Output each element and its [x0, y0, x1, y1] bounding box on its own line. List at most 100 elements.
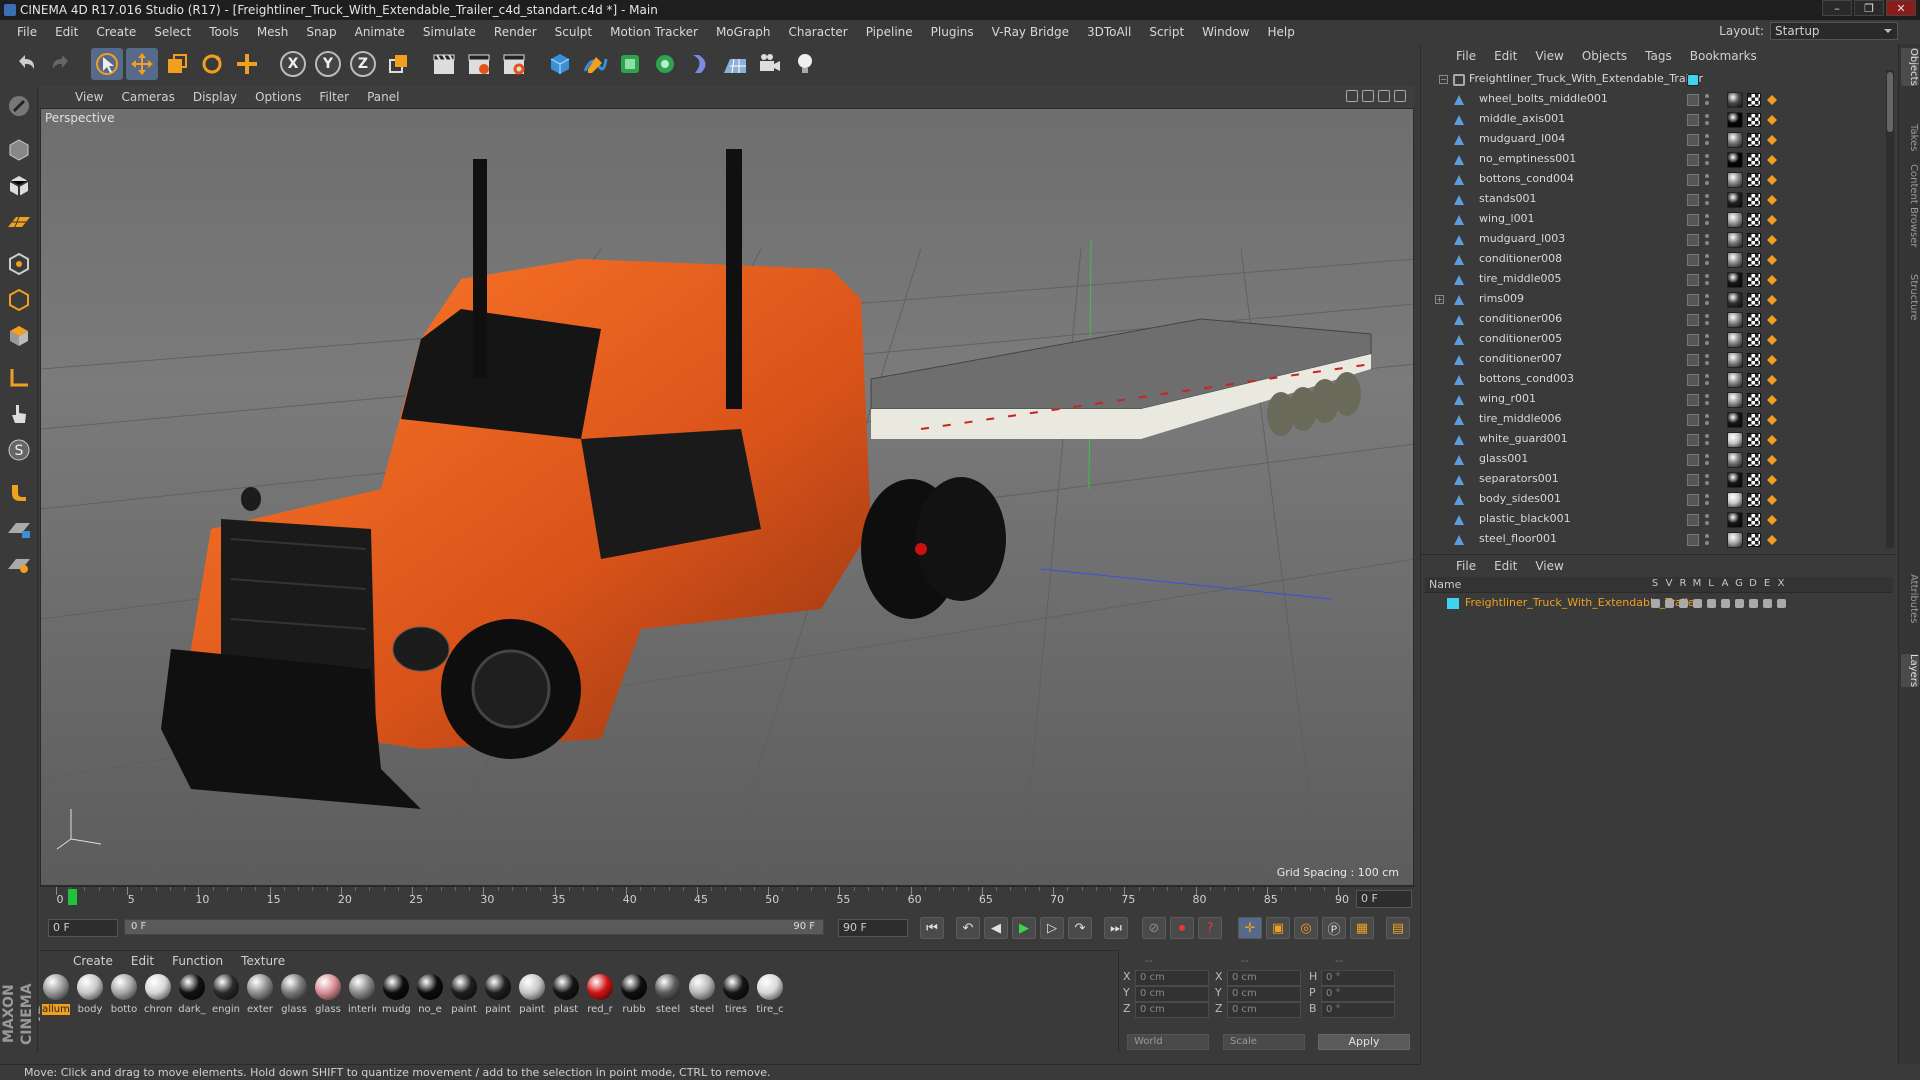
texture-tag-icon[interactable] — [1747, 333, 1761, 347]
selection-tag-icon[interactable] — [1765, 253, 1779, 267]
selection-tag-icon[interactable] — [1765, 373, 1779, 387]
selection-tag-icon[interactable] — [1765, 513, 1779, 527]
editor-visibility-icon[interactable] — [1687, 534, 1699, 546]
texture-tag-icon[interactable] — [1747, 93, 1761, 107]
material-swatch[interactable]: mudg — [382, 974, 410, 1052]
scrollbar-thumb[interactable] — [1887, 72, 1893, 132]
object-row[interactable]: conditioner007 — [1421, 350, 1887, 370]
material-tag-icon[interactable] — [1727, 192, 1743, 208]
position-value-field[interactable]: 0 cm — [1135, 986, 1209, 1002]
rotation-value-field[interactable]: 0 ° — [1321, 970, 1395, 986]
editor-visibility-icon[interactable] — [1687, 294, 1699, 306]
layer-row[interactable]: Freightliner_Truck_With_Extendable_Trail… — [1425, 595, 1893, 613]
object-name[interactable]: mudguard_l003 — [1479, 232, 1565, 245]
objects-menu-view[interactable]: View — [1526, 49, 1572, 63]
object-row[interactable]: glass001 — [1421, 450, 1887, 470]
go-to-start-button[interactable]: ⏮ — [920, 917, 944, 939]
layers-menu-view[interactable]: View — [1526, 559, 1572, 573]
object-row[interactable]: tire_middle005 — [1421, 270, 1887, 290]
layer-flag-icon[interactable] — [1707, 599, 1716, 608]
timeline-ruler[interactable]: 0 5 10 15 20 25 30 35 40 45 50 55 60 65 70 75 80 85 90 0 F — [40, 886, 1414, 910]
texture-tag-icon[interactable] — [1747, 393, 1761, 407]
material-tag-icon[interactable] — [1727, 512, 1743, 528]
layer-flag-icon[interactable] — [1679, 599, 1688, 608]
material-tag-icon[interactable] — [1727, 532, 1743, 548]
selection-tag-icon[interactable] — [1765, 353, 1779, 367]
render-visibility-dots[interactable] — [1704, 213, 1710, 227]
object-row[interactable]: mudguard_l004 — [1421, 130, 1887, 150]
object-name[interactable]: rims009 — [1479, 292, 1524, 305]
editor-visibility-icon[interactable] — [1687, 414, 1699, 426]
object-row[interactable]: stands001 — [1421, 190, 1887, 210]
locked-workplane-button[interactable] — [3, 512, 35, 544]
menu-character[interactable]: Character — [779, 20, 856, 44]
texture-tag-icon[interactable] — [1747, 293, 1761, 307]
selection-tag-icon[interactable] — [1765, 413, 1779, 427]
render-view-button[interactable] — [428, 48, 460, 80]
object-name[interactable]: no_emptiness001 — [1479, 152, 1576, 165]
key-scale-button[interactable]: ▣ — [1266, 917, 1290, 939]
editor-visibility-icon[interactable] — [1687, 474, 1699, 486]
toggle-panel-icon[interactable] — [1394, 90, 1406, 102]
move-tool-button[interactable] — [126, 48, 158, 80]
render-visibility-dots[interactable] — [1704, 513, 1710, 527]
points-mode-button[interactable] — [3, 248, 35, 280]
texture-tag-icon[interactable] — [1747, 353, 1761, 367]
render-visibility-dots[interactable] — [1704, 273, 1710, 287]
render-visibility-dots[interactable] — [1704, 373, 1710, 387]
menu-create[interactable]: Create — [87, 20, 145, 44]
object-row[interactable]: plastic_black001 — [1421, 510, 1887, 530]
texture-tag-icon[interactable] — [1747, 273, 1761, 287]
menu-help[interactable]: Help — [1258, 20, 1303, 44]
add-environment-button[interactable] — [719, 48, 751, 80]
menu-mesh[interactable]: Mesh — [248, 20, 298, 44]
object-row[interactable]: conditioner008 — [1421, 250, 1887, 270]
material-tag-icon[interactable] — [1727, 312, 1743, 328]
layers-menu-edit[interactable]: Edit — [1485, 559, 1526, 573]
object-row[interactable]: tire_middle006 — [1421, 410, 1887, 430]
play-button[interactable]: ▶ — [1012, 917, 1036, 939]
texture-tag-icon[interactable] — [1747, 493, 1761, 507]
material-swatch[interactable]: glass — [314, 974, 342, 1052]
editor-visibility-icon[interactable] — [1687, 354, 1699, 366]
y-axis-lock-button[interactable]: Y — [312, 48, 344, 80]
menu-simulate[interactable]: Simulate — [414, 20, 485, 44]
undo-button[interactable] — [10, 48, 42, 80]
editor-visibility-icon[interactable] — [1687, 394, 1699, 406]
timeline-window-button[interactable]: ▤ — [1386, 917, 1410, 939]
go-to-end-button[interactable]: ⏭ — [1104, 917, 1128, 939]
selection-tag-icon[interactable] — [1765, 533, 1779, 547]
render-visibility-dots[interactable] — [1704, 433, 1710, 447]
material-tag-icon[interactable] — [1727, 472, 1743, 488]
sculpt-brush-button[interactable] — [3, 476, 35, 508]
layer-flag-icon[interactable] — [1777, 599, 1786, 608]
material-swatch[interactable]: red_r — [586, 974, 614, 1052]
editor-visibility-icon[interactable] — [1687, 114, 1699, 126]
texture-tag-icon[interactable] — [1747, 193, 1761, 207]
object-row[interactable]: separators001 — [1421, 470, 1887, 490]
menu-tools[interactable]: Tools — [200, 20, 248, 44]
object-row[interactable]: bottons_cond004 — [1421, 170, 1887, 190]
menu-script[interactable]: Script — [1140, 20, 1193, 44]
add-light-button[interactable] — [789, 48, 821, 80]
object-name[interactable]: body_sides001 — [1479, 492, 1561, 505]
snap-button[interactable]: S — [3, 434, 35, 466]
material-tag-icon[interactable] — [1727, 352, 1743, 368]
objects-menu-tags[interactable]: Tags — [1636, 49, 1681, 63]
material-menu-function[interactable]: Function — [163, 954, 232, 968]
texture-tag-icon[interactable] — [1747, 113, 1761, 127]
key-position-button[interactable]: ✛ — [1238, 917, 1262, 939]
material-tag-icon[interactable] — [1727, 392, 1743, 408]
material-swatch[interactable]: no_e — [416, 974, 444, 1052]
objects-menu-file[interactable]: File — [1447, 49, 1485, 63]
material-menu-create[interactable]: Create — [64, 954, 122, 968]
add-camera-button[interactable] — [754, 48, 786, 80]
material-tag-icon[interactable] — [1727, 452, 1743, 468]
material-tag-icon[interactable] — [1727, 112, 1743, 128]
objects-menu-edit[interactable]: Edit — [1485, 49, 1526, 63]
selection-tag-icon[interactable] — [1765, 93, 1779, 107]
object-row[interactable]: conditioner005 — [1421, 330, 1887, 350]
side-tab-layers[interactable]: Layers — [1901, 654, 1919, 688]
render-visibility-dots[interactable] — [1704, 253, 1710, 267]
layer-flag-icon[interactable] — [1763, 599, 1772, 608]
